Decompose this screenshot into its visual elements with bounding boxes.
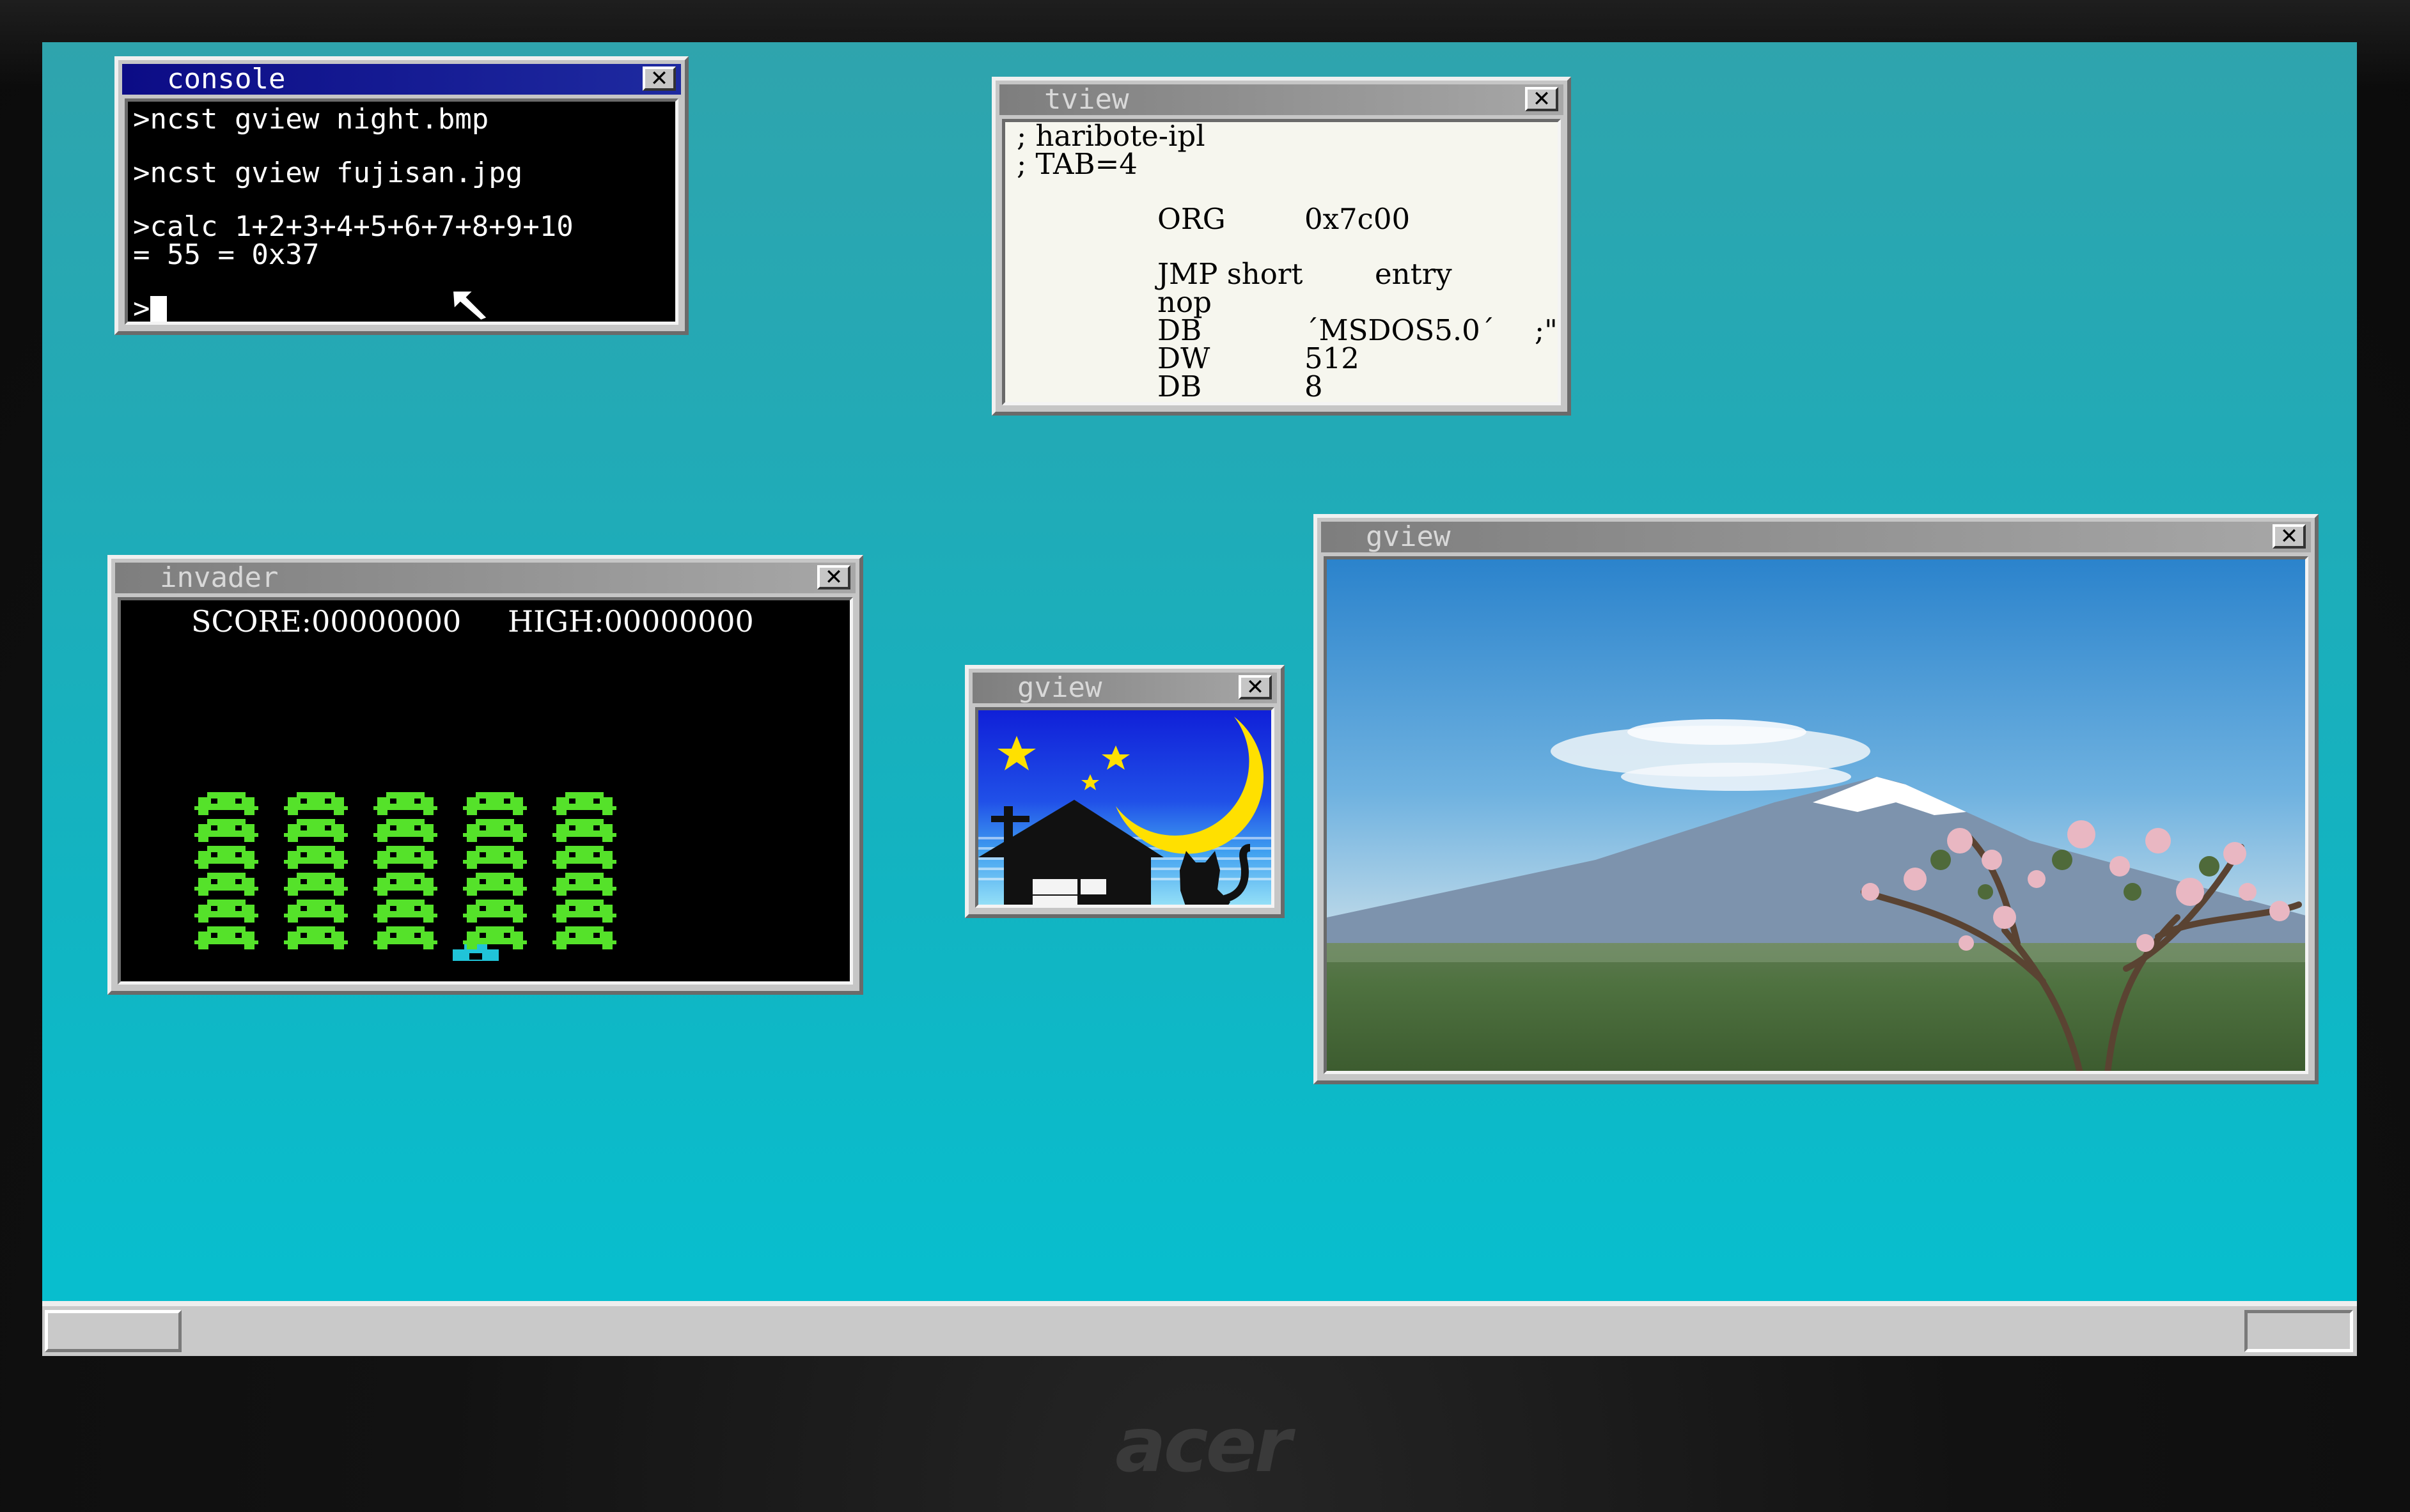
night-image (975, 707, 1274, 908)
console-line: >ncst gview fujisan.jpg (133, 157, 523, 189)
console-title: console (167, 63, 286, 95)
invader-window[interactable]: invader ✕ SCORE:00000000 HIGH:00000000 (107, 555, 863, 995)
close-icon: ✕ (824, 565, 843, 590)
alien-icon (284, 819, 348, 842)
alien-icon (373, 900, 437, 923)
alien-icon (284, 900, 348, 923)
alien-icon (284, 926, 348, 949)
alien-icon (552, 873, 616, 896)
invader-titlebar[interactable]: invader ✕ (115, 563, 856, 593)
alien-icon (373, 819, 437, 842)
gview-large-title: gview (1366, 520, 1451, 553)
console-output[interactable]: >ncst gview night.bmp >ncst gview fujisa… (125, 98, 678, 325)
alien-icon (373, 792, 437, 815)
alien-icon (194, 819, 258, 842)
alien-icon (552, 819, 616, 842)
text-line: DB (1157, 313, 1202, 347)
alien-icon (552, 926, 616, 949)
gview-small-titlebar[interactable]: gview ✕ (973, 673, 1277, 703)
alien-icon (373, 873, 437, 896)
alien-icon (194, 792, 258, 815)
tview-close-button[interactable]: ✕ (1525, 87, 1558, 111)
close-icon: ✕ (1246, 674, 1265, 700)
console-line: >calc 1+2+3+4+5+6+7+8+9+10 (133, 210, 574, 243)
text-line: 512 (1304, 341, 1359, 375)
alien-icon (463, 926, 527, 949)
alien-icon (194, 846, 258, 869)
invader-title: invader (160, 561, 279, 594)
desktop: console ✕ >ncst gview night.bmp >ncst gv… (42, 42, 2357, 1356)
text-line: ´MSDOS5.0´ (1304, 313, 1495, 347)
tview-titlebar[interactable]: tview ✕ (999, 84, 1563, 115)
alien-icon (463, 873, 527, 896)
text-line: ORG (1157, 202, 1226, 236)
alien-icon (284, 873, 348, 896)
gview-large-window[interactable]: gview ✕ (1313, 514, 2319, 1084)
alien-icon (284, 792, 348, 815)
close-icon: ✕ (1532, 86, 1551, 112)
tview-title: tview (1044, 83, 1129, 116)
alien-icon (552, 792, 616, 815)
gview-large-titlebar[interactable]: gview ✕ (1321, 522, 2311, 552)
high-score-label: HIGH:00000000 (508, 604, 754, 639)
alien-icon (194, 900, 258, 923)
mouse-pointer-icon (451, 290, 490, 322)
tview-window[interactable]: tview ✕ ; haribote-ipl ; TAB=4 ORG 0x7c00… (992, 77, 1571, 416)
invader-close-button[interactable]: ✕ (817, 565, 850, 589)
taskbar (42, 1301, 2357, 1356)
alien-icon (552, 900, 616, 923)
gview-small-title: gview (1017, 671, 1102, 704)
console-line: >ncst gview night.bmp (133, 103, 489, 136)
tview-text[interactable]: ; haribote-ipl ; TAB=4 ORG 0x7c00 JMP sho… (1002, 119, 1561, 405)
alien-icon (463, 819, 527, 842)
alien-icon (284, 846, 348, 869)
alien-icon (194, 926, 258, 949)
taskbar-tray (2244, 1310, 2353, 1352)
text-line: ; TAB=4 (1017, 147, 1138, 181)
text-line: JMP short (1157, 257, 1303, 291)
text-line: DB (1157, 370, 1202, 403)
alien-icon (552, 846, 616, 869)
text-line: ; haribote-ipl (1017, 119, 1205, 153)
text-line: nop (1157, 285, 1212, 319)
alien-icon (373, 926, 437, 949)
fujisan-image (1324, 556, 2308, 1074)
alien-icon (463, 846, 527, 869)
close-icon: ✕ (2280, 524, 2299, 549)
score-label: SCORE:00000000 (191, 604, 462, 639)
alien-icon (194, 873, 258, 896)
close-icon: ✕ (650, 66, 669, 91)
start-button[interactable] (45, 1310, 182, 1352)
alien-icon (373, 846, 437, 869)
text-line: 0x7c00 (1304, 202, 1411, 236)
text-cursor (150, 296, 167, 322)
text-line: entry (1375, 257, 1452, 291)
console-titlebar[interactable]: console ✕ (122, 64, 681, 95)
console-prompt: > (133, 292, 150, 325)
gview-large-close-button[interactable]: ✕ (2273, 524, 2306, 549)
alien-icon (463, 792, 527, 815)
text-line: 8 (1304, 370, 1323, 403)
invader-game-area[interactable]: SCORE:00000000 HIGH:00000000 (118, 597, 853, 985)
gview-small-window[interactable]: gview ✕ (965, 665, 1285, 918)
text-line: ;" (1535, 313, 1558, 347)
console-close-button[interactable]: ✕ (643, 66, 676, 91)
text-line: DW (1157, 341, 1210, 375)
gview-small-close-button[interactable]: ✕ (1239, 675, 1272, 699)
alien-icon (463, 900, 527, 923)
monitor-brand-logo: acer (1115, 1401, 1292, 1489)
console-line: = 55 = 0x37 (133, 238, 320, 271)
console-window[interactable]: console ✕ >ncst gview night.bmp >ncst gv… (114, 56, 689, 335)
